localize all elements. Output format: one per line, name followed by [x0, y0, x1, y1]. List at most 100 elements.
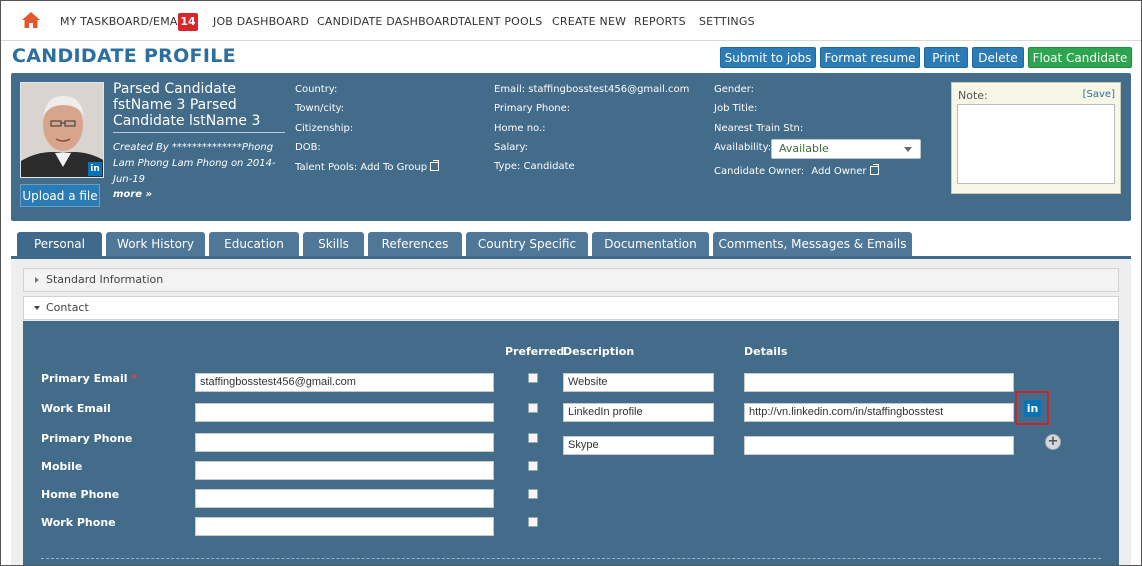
mobile-input[interactable] — [195, 461, 494, 480]
nav-taskboard[interactable]: MY TASKBOARD/EMAIL — [60, 15, 187, 28]
tab-personal[interactable]: Personal — [17, 232, 102, 256]
external-link-icon[interactable] — [869, 164, 879, 175]
contact-title: Contact — [46, 301, 89, 314]
citizenship-label: Citizenship: — [295, 123, 354, 134]
primary-email-label-text: Primary Email — [41, 372, 128, 385]
candidate-name: Parsed Candidate fstName 3 Parsed Candid… — [113, 81, 285, 133]
candidate-owner-row: Candidate Owner: Add Owner — [714, 164, 879, 177]
linkedin-description-input[interactable]: LinkedIn profile — [563, 403, 714, 422]
note-save-link[interactable]: [Save] — [1083, 89, 1115, 100]
availability-label: Availability: — [714, 142, 772, 153]
nav-talent-pools[interactable]: TALENT POOLS — [458, 15, 542, 28]
tab-education[interactable]: Education — [209, 232, 299, 256]
format-resume-button[interactable]: Format resume — [820, 47, 920, 68]
talent-pools-row: Talent Pools: Add To Group — [295, 160, 440, 173]
nearest-train-label: Nearest Train Stn: — [714, 123, 804, 134]
add-to-group-link[interactable]: Add To Group — [360, 162, 427, 173]
work-phone-preferred-checkbox[interactable] — [528, 517, 538, 527]
town-label: Town/city: — [295, 103, 345, 114]
submit-to-jobs-button[interactable]: Submit to jobs — [720, 47, 816, 68]
note-box: Note: [Save] — [951, 82, 1121, 194]
required-marker: * — [131, 372, 138, 385]
mobile-preferred-checkbox[interactable] — [528, 461, 538, 471]
talent-pools-label: Talent Pools: — [295, 162, 358, 173]
chevron-down-icon — [904, 147, 912, 152]
work-phone-label: Work Phone — [41, 516, 116, 529]
home-phone-preferred-checkbox[interactable] — [528, 489, 538, 499]
work-email-preferred-checkbox[interactable] — [528, 403, 538, 413]
add-owner-link[interactable]: Add Owner — [811, 166, 866, 177]
email-summary: Email: staffingbosstest456@gmail.com — [494, 84, 690, 95]
availability-select[interactable]: Available — [771, 139, 921, 159]
float-candidate-button[interactable]: Float Candidate — [1028, 47, 1132, 68]
primary-email-input[interactable]: staffingbosstest456@gmail.com — [195, 373, 494, 392]
note-label: Note: — [958, 89, 988, 102]
more-link[interactable]: more » — [113, 189, 152, 200]
primary-phone-input[interactable] — [195, 433, 494, 452]
details-header: Details — [744, 345, 788, 358]
tab-skills[interactable]: Skills — [303, 232, 364, 256]
home-phone-input[interactable] — [195, 489, 494, 508]
created-by-text: Created By **************Phong Lam Phong… — [113, 142, 276, 185]
gender-label: Gender: — [714, 84, 755, 95]
standard-info-header[interactable]: Standard Information — [23, 268, 1119, 292]
candidate-photo: in — [20, 82, 104, 178]
country-label: Country: — [295, 84, 338, 95]
tab-country-specific[interactable]: Country Specific — [466, 232, 588, 256]
divider — [41, 558, 1101, 559]
contact-panel: Preferred Description Details Primary Em… — [23, 321, 1119, 565]
work-email-label: Work Email — [41, 402, 111, 415]
upload-file-button[interactable]: Upload a file — [20, 184, 100, 207]
tab-references[interactable]: References — [368, 232, 462, 256]
home-phone-label: Home Phone — [41, 488, 120, 501]
linkedin-small-icon[interactable]: in — [88, 162, 102, 176]
delete-button[interactable]: Delete — [972, 47, 1024, 68]
nav-settings[interactable]: SETTINGS — [699, 15, 755, 28]
skype-description-input[interactable]: Skype — [563, 436, 714, 455]
nav-reports[interactable]: REPORTS — [634, 15, 686, 28]
contact-header[interactable]: Contact — [23, 296, 1119, 320]
mobile-label: Mobile — [41, 460, 83, 473]
tab-content: Standard Information Contact Preferred D… — [11, 256, 1131, 565]
website-details-input[interactable] — [744, 373, 1014, 392]
linkedin-icon: in — [1024, 400, 1041, 417]
tab-documentation[interactable]: Documentation — [592, 232, 709, 256]
chevron-down-icon — [34, 306, 40, 310]
chevron-right-icon — [35, 277, 39, 283]
primary-email-preferred-checkbox[interactable] — [528, 373, 538, 383]
standard-info-title: Standard Information — [46, 273, 164, 286]
top-nav: MY TASKBOARD/EMAIL 14 JOB DASHBOARD CAND… — [1, 1, 1141, 41]
tab-comments[interactable]: Comments, Messages & Emails — [713, 232, 912, 256]
skype-details-input[interactable] — [744, 436, 1014, 455]
work-email-input[interactable] — [195, 403, 494, 422]
work-phone-input[interactable] — [195, 517, 494, 536]
print-button[interactable]: Print — [924, 47, 968, 68]
home-icon[interactable] — [21, 11, 41, 29]
candidate-owner-label: Candidate Owner: — [714, 166, 805, 177]
linkedin-button[interactable]: in — [1015, 391, 1049, 425]
preferred-header: Preferred — [505, 345, 565, 358]
availability-value: Available — [779, 142, 829, 155]
note-textarea[interactable] — [957, 104, 1115, 184]
description-header: Description — [563, 345, 635, 358]
salary-label: Salary: — [494, 142, 529, 153]
notification-badge[interactable]: 14 — [178, 13, 198, 31]
app-window: MY TASKBOARD/EMAIL 14 JOB DASHBOARD CAND… — [0, 0, 1142, 566]
website-description-input[interactable]: Website — [563, 373, 714, 392]
job-title-label: Job Title: — [714, 103, 758, 114]
type-label: Type: Candidate — [494, 161, 575, 172]
add-row-plus-icon[interactable]: + — [1045, 434, 1061, 450]
tab-work-history[interactable]: Work History — [106, 232, 205, 256]
nav-candidate-dashboard[interactable]: CANDIDATE DASHBOARD — [317, 15, 459, 28]
home-no-label: Home no.: — [494, 123, 546, 134]
nav-job-dashboard[interactable]: JOB DASHBOARD — [213, 15, 309, 28]
primary-phone-preferred-checkbox[interactable] — [528, 433, 538, 443]
primary-email-label: Primary Email * — [41, 372, 137, 385]
nav-create-new[interactable]: CREATE NEW — [552, 15, 626, 28]
primary-phone-label: Primary Phone: — [494, 103, 571, 114]
primary-phone-row-label: Primary Phone — [41, 432, 133, 445]
linkedin-details-input[interactable]: http://vn.linkedin.com/in/staffingbosste… — [744, 403, 1014, 422]
page-title: CANDIDATE PROFILE — [12, 45, 236, 67]
profile-panel: in Upload a file Parsed Candidate fstNam… — [11, 73, 1131, 221]
external-link-icon[interactable] — [430, 160, 440, 171]
